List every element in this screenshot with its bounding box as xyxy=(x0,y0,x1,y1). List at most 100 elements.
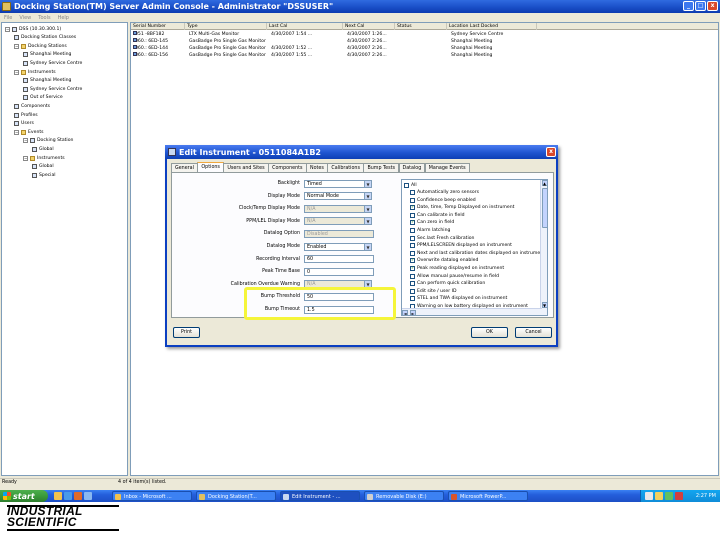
navigation-tree[interactable]: − DSS (10.30.300.1) Docking Station Classe… xyxy=(1,22,128,476)
tree-item[interactable]: Docking Station Classes xyxy=(14,34,76,42)
tree-item[interactable]: − Instruments xyxy=(23,154,65,162)
checklist-all[interactable]: All xyxy=(404,182,417,189)
menu-view[interactable]: View xyxy=(19,15,31,21)
tree-item[interactable]: − Events xyxy=(14,128,44,136)
table-row[interactable]: 060.: 6ED-144 GasBadge Pro Single Gas Mon… xyxy=(131,45,718,52)
tree-item[interactable]: − Docking Station xyxy=(23,137,73,145)
checkbox[interactable] xyxy=(410,243,415,249)
quicklaunch-browser-icon[interactable] xyxy=(64,492,72,500)
checklist-hscrollbar[interactable]: ◄ ► xyxy=(402,308,542,316)
scroll-down-icon[interactable]: ▼ xyxy=(541,302,548,308)
checklist-item[interactable]: ✓ Date, time, Temp Displayed on instrumen… xyxy=(410,204,514,211)
tray-icon[interactable] xyxy=(645,492,653,500)
field-input[interactable]: 60 xyxy=(304,255,374,264)
scroll-thumb[interactable] xyxy=(541,188,548,228)
tab-components[interactable]: Components xyxy=(268,163,307,172)
checklist-item[interactable]: Sec.last Fresh calibration xyxy=(410,235,474,242)
quicklaunch-media-icon[interactable] xyxy=(74,492,82,500)
tab-datalog[interactable]: Datalog xyxy=(398,163,426,172)
checkbox[interactable]: ✓ xyxy=(410,258,415,264)
checklist-item[interactable]: Confidence beep enabled xyxy=(410,197,476,204)
expand-toggle-icon[interactable]: − xyxy=(14,129,19,135)
tab-general[interactable]: General xyxy=(171,163,198,172)
column-serial-number[interactable]: Serial Number xyxy=(131,23,185,30)
options-checklist[interactable]: All Automatically zero sensors Confidence … xyxy=(401,179,548,316)
tree-item[interactable]: Users xyxy=(14,120,34,128)
window-titlebar[interactable]: Docking Station(TM) Server Admin Console… xyxy=(0,0,720,13)
expand-toggle-icon[interactable]: − xyxy=(14,69,19,75)
table-row[interactable]: 060.: 6ED-156 GasBadge Pro Single Gas Mon… xyxy=(131,52,718,59)
tab-bump-tests[interactable]: Bump Tests xyxy=(363,163,399,172)
column-location[interactable]: Location Last Docked xyxy=(447,23,537,30)
checkbox[interactable]: ✓ xyxy=(410,205,415,211)
checkbox[interactable] xyxy=(410,197,415,203)
checkbox[interactable] xyxy=(410,296,415,302)
tab-manage-events[interactable]: Manage Events xyxy=(424,163,470,172)
tree-item[interactable]: − DSS (10.30.300.1) xyxy=(5,25,61,33)
ok-button[interactable]: OK xyxy=(471,327,508,338)
checkbox[interactable] xyxy=(410,273,415,279)
dialog-close-icon[interactable]: x xyxy=(546,147,556,157)
menu-tools[interactable]: Tools xyxy=(38,15,50,21)
tree-item[interactable]: − Docking Stations xyxy=(14,42,67,50)
checklist-item[interactable]: PPM/LELSCREEN displayed on instrument xyxy=(410,242,512,249)
checklist-item[interactable]: Can calibrate in field xyxy=(410,212,465,219)
tree-item[interactable]: Special xyxy=(32,171,56,179)
tree-item[interactable]: Out of Service xyxy=(23,94,63,102)
field-input[interactable]: 0 xyxy=(304,267,374,276)
scroll-right-icon[interactable]: ► xyxy=(410,309,416,316)
checklist-item[interactable]: Alarm latching xyxy=(410,227,450,234)
maximize-button[interactable]: □ xyxy=(695,1,706,11)
tree-item[interactable]: Sydney Service Centre xyxy=(23,59,82,67)
tab-users-and-sites[interactable]: Users and Sites xyxy=(223,163,269,172)
field-dropdown[interactable]: Timed ▼ xyxy=(304,179,372,188)
tree-item[interactable]: Components xyxy=(14,102,50,110)
checkbox[interactable] xyxy=(410,235,415,241)
tree-item[interactable]: Global xyxy=(32,163,54,171)
field-dropdown[interactable]: Enabled ▼ xyxy=(304,242,372,251)
taskbar-task[interactable]: Docking Station(T... xyxy=(196,491,276,501)
tab-calibrations[interactable]: Calibrations xyxy=(327,163,364,172)
dialog-titlebar[interactable]: Edit Instrument - 0511084A1B2 x xyxy=(165,145,558,159)
taskbar-task[interactable]: Inbox - Microsoft ... xyxy=(112,491,192,501)
checkbox[interactable] xyxy=(410,190,415,195)
taskbar-task[interactable]: Microsoft PowerP... xyxy=(448,491,528,501)
quicklaunch-desktop-icon[interactable] xyxy=(84,492,92,500)
checklist-item[interactable]: ✓ Can zero in field xyxy=(410,219,454,226)
column-type[interactable]: Type xyxy=(185,23,267,30)
taskbar-task[interactable]: Removable Disk (E:) xyxy=(364,491,444,501)
checkbox[interactable] xyxy=(410,288,415,294)
expand-toggle-icon[interactable]: − xyxy=(23,138,28,144)
minimize-button[interactable]: _ xyxy=(683,1,694,11)
close-button[interactable]: x xyxy=(707,1,718,11)
clock[interactable]: 2:27 PM xyxy=(696,493,716,499)
start-button[interactable]: start xyxy=(0,490,48,502)
checklist-item[interactable]: Edit site / user ID xyxy=(410,288,457,295)
checkbox[interactable] xyxy=(410,212,415,218)
tree-item[interactable]: Global xyxy=(32,145,54,153)
checkbox[interactable] xyxy=(410,281,415,287)
scroll-up-icon[interactable]: ▲ xyxy=(541,180,548,186)
field-dropdown[interactable]: Normal Mode ▼ xyxy=(304,192,372,201)
taskbar-task[interactable]: Edit Instrument - ... xyxy=(280,491,360,501)
print-button[interactable]: Print xyxy=(173,327,200,338)
checklist-item[interactable]: Allow manual pause/resume in field xyxy=(410,273,499,280)
tree-item[interactable]: Sydney Service Centre xyxy=(23,85,82,93)
tray-icon[interactable] xyxy=(675,492,683,500)
tree-item[interactable]: Shanghai Meeting xyxy=(23,51,71,59)
expand-toggle-icon[interactable]: − xyxy=(14,43,19,49)
tree-item[interactable]: Shanghai Meeting xyxy=(23,77,71,85)
column-last-cal[interactable]: Last Cal xyxy=(267,23,343,30)
checklist-item[interactable]: ✓ Peak reading displayed on instrument xyxy=(410,265,504,272)
menu-help[interactable]: Help xyxy=(58,15,69,21)
tray-icon[interactable] xyxy=(665,492,673,500)
scroll-left-icon[interactable]: ◄ xyxy=(402,309,408,316)
tab-notes[interactable]: Notes xyxy=(306,163,328,172)
table-row[interactable]: 060.: 6ED-145 GasBadge Pro Single Gas Mon… xyxy=(131,38,718,45)
expand-toggle-icon[interactable]: − xyxy=(23,155,28,161)
tray-icon[interactable] xyxy=(655,492,663,500)
expand-toggle-icon[interactable]: − xyxy=(5,26,10,32)
checkbox[interactable]: ✓ xyxy=(410,220,415,226)
chevron-down-icon[interactable]: ▼ xyxy=(364,243,371,250)
tree-item[interactable]: − Instruments xyxy=(14,68,56,76)
